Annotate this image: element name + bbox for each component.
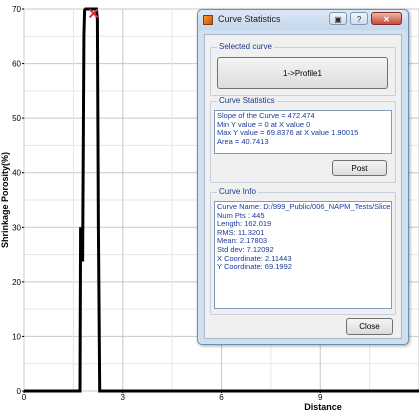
y-axis-label: Shrinkage Porosity(%) [0, 152, 10, 248]
y-tick-label: 70 [12, 5, 21, 14]
y-tick-label: 60 [12, 60, 21, 69]
x-tick-label: 0 [22, 393, 27, 402]
curve-statistics-label: Curve Statistics [217, 96, 277, 105]
y-tick-label: 10 [12, 332, 21, 341]
curve-select-button[interactable]: 1->Profile1 [217, 57, 388, 89]
close-button[interactable]: Close [346, 318, 393, 335]
help-icon: ? [356, 15, 362, 24]
restore-button[interactable]: ▣ [329, 12, 347, 25]
title-bar[interactable]: Curve Statistics ▣ ? ✕ [198, 10, 408, 30]
x-tick-label: 9 [318, 393, 323, 402]
close-window-button[interactable]: ✕ [371, 12, 402, 25]
restore-icon: ▣ [334, 15, 342, 24]
post-button[interactable]: Post [332, 160, 387, 176]
info-line: Y Coordinate: 69.1992 [217, 262, 292, 272]
window-title: Curve Statistics [218, 14, 281, 24]
x-tick-label: 6 [219, 393, 224, 402]
curve-info-label: Curve Info [217, 187, 258, 196]
curve-info-group: Curve Info Curve Name: D:/999_Public/006… [210, 187, 396, 315]
y-tick-label: 20 [12, 278, 21, 287]
stat-line: Area = 40.7413 [217, 136, 269, 146]
x-axis-ticks: 0 3 6 9 [22, 391, 323, 402]
curve-statistics-group: Curve Statistics Slope of the Curve = 47… [210, 96, 396, 183]
help-button[interactable]: ? [350, 12, 368, 25]
y-tick-label: 50 [12, 114, 21, 123]
close-icon: ✕ [383, 15, 390, 24]
y-axis-ticks: 010203040506070 [12, 5, 24, 396]
x-tick-label: 3 [121, 393, 126, 402]
selected-curve-group: Selected curve 1->Profile1 [210, 42, 396, 96]
y-tick-label: 30 [12, 223, 21, 232]
curve-statistics-dialog: Curve Statistics ▣ ? ✕ Selected curve 1-… [197, 9, 409, 345]
curve-statistics-textbox[interactable]: Slope of the Curve = 472.474 Min Y value… [214, 110, 392, 154]
x-axis-label: Distance [304, 402, 342, 412]
y-tick-label: 40 [12, 169, 21, 178]
dialog-client-area: Selected curve 1->Profile1 Curve Statist… [204, 34, 402, 339]
app-icon [203, 15, 213, 25]
selected-curve-label: Selected curve [217, 42, 274, 51]
curve-info-textbox[interactable]: Curve Name: D:/999_Public/006_NAPM_Tests… [214, 201, 392, 309]
